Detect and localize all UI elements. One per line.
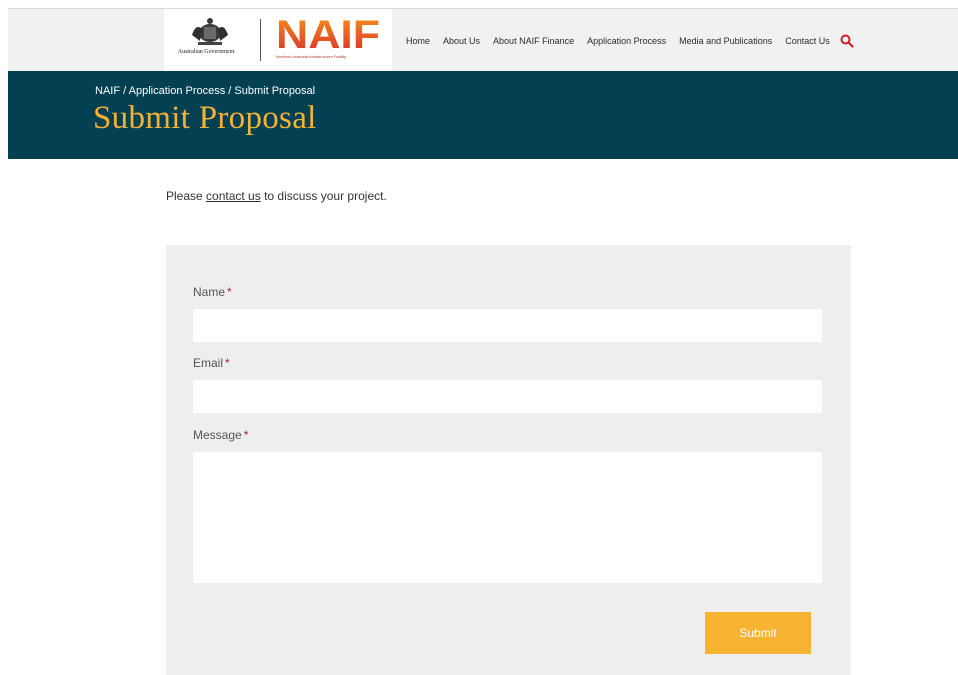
intro-before: Please (166, 189, 207, 203)
breadcrumb-application-process[interactable]: Application Process (129, 85, 226, 97)
search-icon[interactable] (840, 34, 854, 48)
main-nav: Home About Us About NAIF Finance Applica… (406, 34, 854, 48)
page-banner: NAIF / Application Process / Submit Prop… (8, 71, 958, 159)
intro-after: to discuss your project. (260, 189, 387, 203)
nav-application-process[interactable]: Application Process (587, 36, 666, 46)
logo-area[interactable]: Australian Government NAIF Northern Aust… (164, 9, 392, 72)
page-title: Submit Proposal (93, 100, 317, 136)
breadcrumb-separator: / (120, 85, 129, 97)
contact-us-link[interactable]: contact us (206, 189, 261, 203)
required-marker: * (225, 356, 230, 370)
naif-tagline: Northern Australia Infrastructure Facili… (276, 54, 347, 59)
logo-divider (260, 19, 261, 61)
nav-about-us[interactable]: About Us (443, 36, 480, 46)
name-input[interactable] (193, 309, 822, 342)
naif-logo: NAIF (276, 15, 380, 53)
nav-media-and-publications[interactable]: Media and Publications (679, 36, 772, 46)
required-marker: * (227, 285, 232, 299)
message-textarea[interactable] (193, 452, 822, 583)
nav-contact-us[interactable]: Contact Us (785, 36, 830, 46)
breadcrumb: NAIF / Application Process / Submit Prop… (95, 85, 315, 97)
message-label: Message * (193, 428, 249, 442)
submit-button[interactable]: Submit (705, 612, 811, 654)
required-marker: * (243, 428, 249, 442)
breadcrumb-current: Submit Proposal (234, 85, 316, 97)
australian-government-label: Australian Government (177, 49, 235, 55)
naif-wordmark-text: NAIF (276, 15, 380, 53)
name-label: Name * (193, 285, 232, 299)
email-input[interactable] (193, 380, 822, 413)
nav-home[interactable]: Home (406, 36, 430, 46)
breadcrumb-naif[interactable]: NAIF (95, 85, 120, 97)
site-header: Australian Government NAIF Northern Aust… (8, 8, 958, 72)
intro-text: Please contact us to discuss your projec… (166, 189, 387, 203)
proposal-form: Name * Email * Message * Submit (166, 245, 851, 675)
nav-about-naif-finance[interactable]: About NAIF Finance (493, 36, 574, 46)
email-label: Email * (193, 356, 230, 370)
australian-government-crest-icon (192, 18, 228, 45)
